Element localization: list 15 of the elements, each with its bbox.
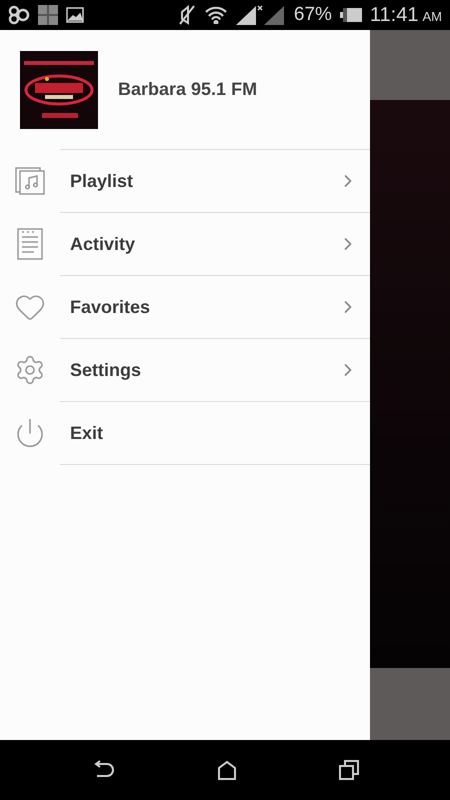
station-name: Barbara 95.1 FM bbox=[118, 79, 258, 100]
home-icon[interactable] bbox=[217, 760, 237, 780]
mute-icon bbox=[178, 5, 196, 25]
signal-icon bbox=[236, 4, 286, 26]
music-note-icon bbox=[15, 166, 45, 194]
notepad-icon bbox=[17, 228, 43, 260]
app-icon bbox=[8, 5, 30, 25]
image-icon bbox=[66, 7, 84, 23]
recent-apps-icon[interactable] bbox=[339, 760, 359, 780]
battery-icon bbox=[340, 8, 362, 22]
battery-percent: 67% bbox=[294, 4, 332, 26]
wifi-icon bbox=[204, 6, 228, 24]
image-icon bbox=[38, 5, 58, 25]
clock-time: 11:41 bbox=[370, 4, 418, 26]
clock-meridiem: AM bbox=[422, 8, 442, 24]
